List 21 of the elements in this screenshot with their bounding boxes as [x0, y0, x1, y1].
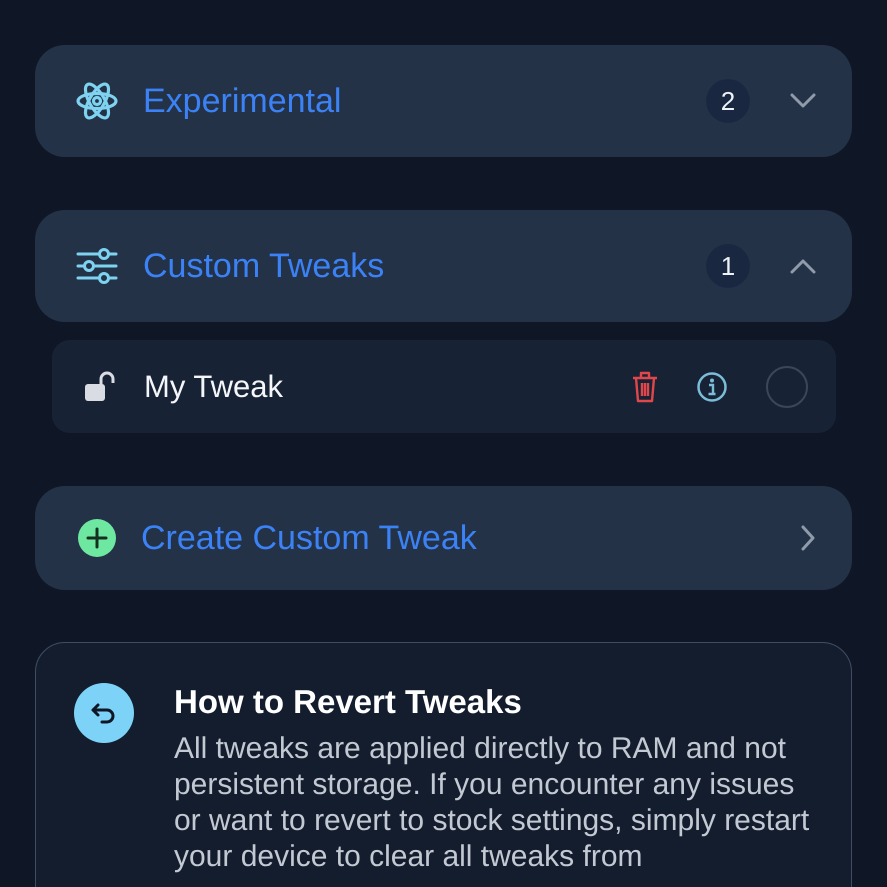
- section-header[interactable]: Custom Tweaks 1: [35, 210, 852, 322]
- tweak-row[interactable]: My Tweak: [52, 340, 836, 433]
- tweak-name: My Tweak: [144, 368, 284, 404]
- chevron-down-icon: [790, 93, 816, 109]
- section-title: Experimental: [143, 82, 342, 120]
- chevron-up-icon: [790, 258, 816, 274]
- info-text: All tweaks are applied directly to RAM and not persistent storage. If you encounter any issues or want to revert to stock settings, simply restart your device to clear all tweaks from: [174, 731, 810, 875]
- count-badge: 2: [706, 79, 750, 123]
- undo-icon: [74, 683, 134, 743]
- chevron-right-icon: [800, 525, 816, 551]
- create-button[interactable]: Create Custom Tweak: [35, 486, 852, 590]
- create-label: Create Custom Tweak: [141, 518, 478, 558]
- toggle-circle[interactable]: [766, 366, 808, 408]
- plus-icon: [77, 518, 117, 558]
- section-title: Custom Tweaks: [143, 246, 386, 286]
- info-icon[interactable]: [696, 370, 728, 402]
- sliders-icon: [75, 248, 119, 284]
- count-badge: 1: [706, 244, 750, 288]
- info-title: How to Revert Tweaks: [174, 683, 523, 721]
- section-header[interactable]: Experimental 2: [35, 45, 852, 157]
- delete-icon[interactable]: [632, 370, 658, 402]
